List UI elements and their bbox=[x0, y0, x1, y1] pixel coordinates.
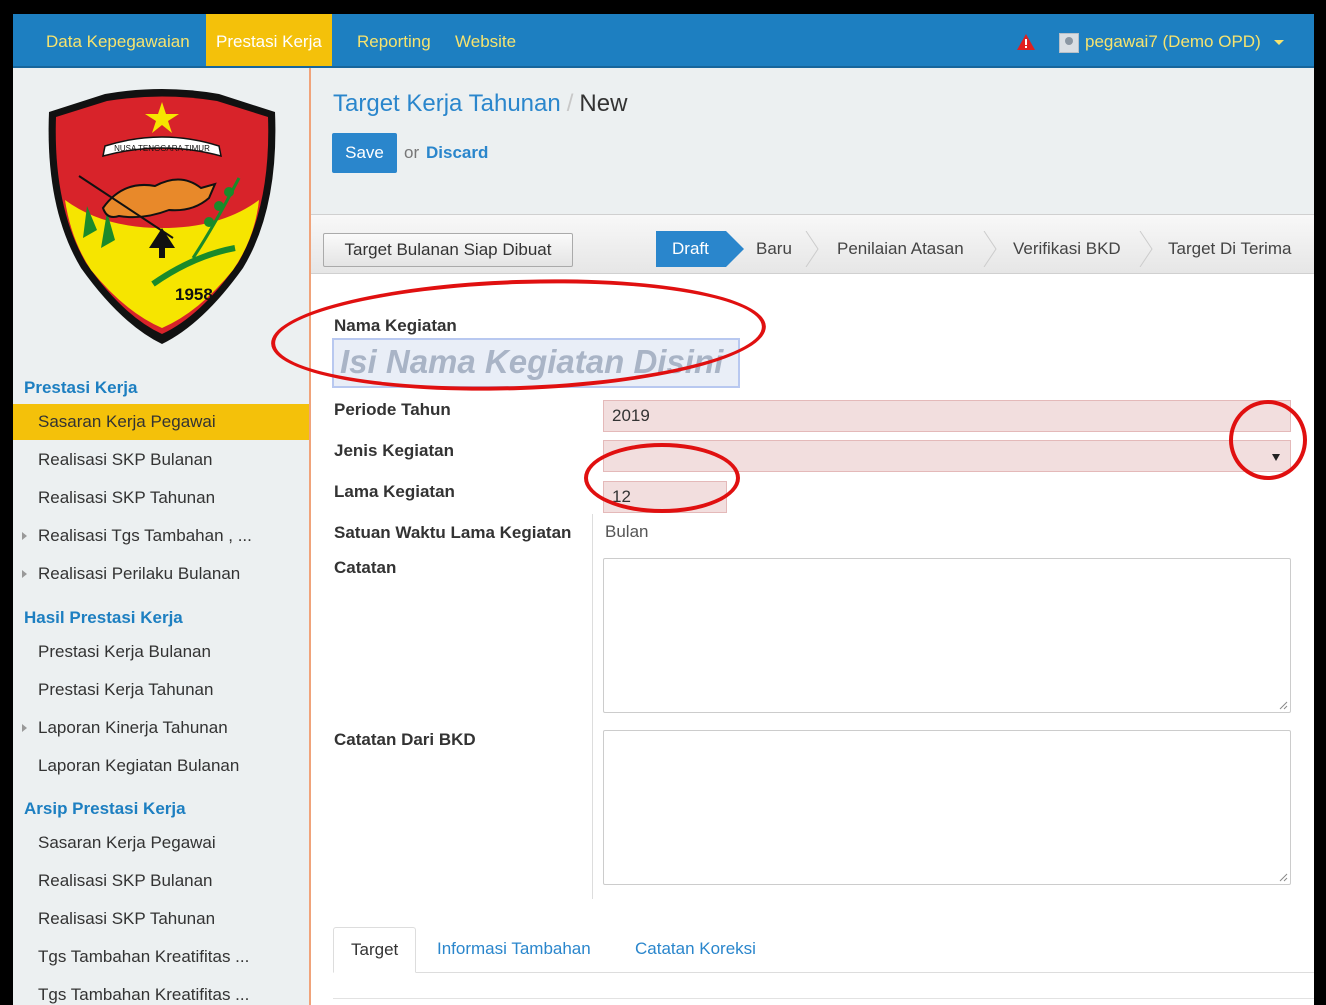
sidebar-item-realisasi-perilaku-bulanan[interactable]: Realisasi Perilaku Bulanan bbox=[13, 556, 309, 592]
catatan-textarea[interactable] bbox=[603, 558, 1291, 713]
lama-kegiatan-label: Lama Kegiatan bbox=[334, 482, 455, 501]
sidebar-item-label: Tgs Tambahan Kreatifitas ... bbox=[38, 947, 250, 966]
sidebar-item-realisasi-skp-bulanan[interactable]: Realisasi SKP Bulanan bbox=[13, 442, 309, 478]
notebook-tabs: Target Informasi Tambahan Catatan Koreks… bbox=[333, 927, 1314, 973]
sidebar-item-arsip-realisasi-skp-bulanan[interactable]: Realisasi SKP Bulanan bbox=[13, 863, 309, 899]
sidebar-item-label: Prestasi Kerja Tahunan bbox=[38, 680, 214, 699]
nav-prestasi-kerja[interactable]: Prestasi Kerja bbox=[206, 14, 332, 66]
field-divider bbox=[592, 514, 593, 899]
save-button[interactable]: Save bbox=[332, 133, 397, 173]
alert-icon[interactable] bbox=[1017, 34, 1035, 50]
resize-handle-icon[interactable] bbox=[1278, 700, 1288, 710]
breadcrumb-separator: / bbox=[566, 90, 574, 117]
sidebar-item-label: Realisasi SKP Bulanan bbox=[38, 871, 213, 890]
sidebar-item-arsip-realisasi-skp-tahunan[interactable]: Realisasi SKP Tahunan bbox=[13, 901, 309, 937]
tab-catatan-koreksi[interactable]: Catatan Koreksi bbox=[618, 927, 773, 973]
sidebar-item-label: Laporan Kegiatan Bulanan bbox=[38, 756, 240, 775]
or-text: or bbox=[404, 143, 420, 162]
resize-handle-icon[interactable] bbox=[1278, 872, 1288, 882]
sidebar: NUSA TENGGARA TIMUR 1958 Prestasi Kerja … bbox=[13, 68, 311, 1005]
periode-tahun-label: Periode Tahun bbox=[334, 400, 451, 419]
breadcrumb-current: New bbox=[579, 90, 628, 117]
sidebar-item-sasaran-kerja-pegawai[interactable]: Sasaran Kerja Pegawai bbox=[13, 404, 309, 440]
sidebar-item-label: Prestasi Kerja Bulanan bbox=[38, 642, 211, 661]
chevron-right-icon bbox=[983, 231, 997, 267]
sidebar-item-label: Sasaran Kerja Pegawai bbox=[38, 833, 216, 852]
sidebar-item-prestasi-kerja-bulanan[interactable]: Prestasi Kerja Bulanan bbox=[13, 634, 309, 670]
sidebar-item-laporan-kegiatan-bulanan[interactable]: Laporan Kegiatan Bulanan bbox=[13, 748, 309, 784]
caret-right-icon[interactable] bbox=[22, 570, 27, 578]
chevron-right-icon bbox=[1139, 231, 1153, 267]
periode-tahun-input[interactable]: 2019 bbox=[603, 400, 1291, 432]
sidebar-item-label: Realisasi Tgs Tambahan , ... bbox=[38, 526, 252, 545]
sidebar-item-label: Realisasi SKP Tahunan bbox=[38, 909, 216, 928]
sidebar-item-prestasi-kerja-tahunan[interactable]: Prestasi Kerja Tahunan bbox=[13, 672, 309, 708]
sidebar-item-arsip-tgs-tambahan-1[interactable]: Tgs Tambahan Kreatifitas ... bbox=[13, 939, 309, 975]
sidebar-section-prestasi-kerja: Prestasi Kerja bbox=[24, 378, 138, 397]
logo-ntt: NUSA TENGGARA TIMUR 1958 bbox=[48, 89, 276, 344]
tab-informasi-tambahan[interactable]: Informasi Tambahan bbox=[420, 927, 608, 973]
sidebar-item-laporan-kinerja-tahunan[interactable]: Laporan Kinerja Tahunan bbox=[13, 710, 309, 746]
sidebar-section-arsip-prestasi-kerja: Arsip Prestasi Kerja bbox=[24, 799, 186, 818]
sidebar-item-realisasi-skp-tahunan[interactable]: Realisasi SKP Tahunan bbox=[13, 480, 309, 516]
stage-penilaian-atasan[interactable]: Penilaian Atasan bbox=[837, 231, 964, 267]
sidebar-section-hasil-prestasi-kerja: Hasil Prestasi Kerja bbox=[24, 608, 183, 627]
stage-draft[interactable]: Draft bbox=[656, 231, 744, 267]
sidebar-item-realisasi-tgs-tambahan[interactable]: Realisasi Tgs Tambahan , ... bbox=[13, 518, 309, 554]
breadcrumb-parent-link[interactable]: Target Kerja Tahunan bbox=[333, 90, 561, 117]
status-bar: Target Bulanan Siap Dibuat Draft Baru Pe… bbox=[311, 214, 1314, 274]
jenis-kegiatan-select[interactable] bbox=[603, 440, 1291, 472]
sidebar-item-label: Realisasi SKP Bulanan bbox=[38, 450, 213, 469]
lama-kegiatan-input[interactable]: 12 bbox=[603, 481, 727, 513]
top-navbar: Data Kepegawaian Prestasi Kerja Reportin… bbox=[13, 14, 1314, 68]
breadcrumb: Target Kerja Tahunan / New bbox=[333, 90, 627, 118]
sidebar-item-label: Realisasi SKP Tahunan bbox=[38, 488, 216, 507]
caret-right-icon[interactable] bbox=[22, 724, 27, 732]
catatan-bkd-label: Catatan Dari BKD bbox=[334, 730, 476, 749]
satuan-waktu-value: Bulan bbox=[605, 522, 649, 541]
discard-link[interactable]: Discard bbox=[426, 143, 488, 163]
app-window: Data Kepegawaian Prestasi Kerja Reportin… bbox=[13, 14, 1314, 1005]
sidebar-item-label: Laporan Kinerja Tahunan bbox=[38, 718, 228, 737]
sidebar-item-arsip-sasaran-kerja-pegawai[interactable]: Sasaran Kerja Pegawai bbox=[13, 825, 309, 861]
sidebar-item-arsip-tgs-tambahan-2[interactable]: Tgs Tambahan Kreatifitas ... bbox=[13, 977, 309, 1005]
nav-website[interactable]: Website bbox=[445, 14, 526, 66]
logo-year-text: 1958 bbox=[175, 285, 213, 304]
stage-verifikasi-bkd[interactable]: Verifikasi BKD bbox=[1013, 231, 1121, 267]
nama-kegiatan-input[interactable]: Isi Nama Kegiatan Disini bbox=[332, 338, 740, 388]
nav-reporting[interactable]: Reporting bbox=[347, 14, 441, 66]
chevron-down-icon[interactable] bbox=[1274, 40, 1284, 45]
satuan-waktu-label: Satuan Waktu Lama Kegiatan bbox=[334, 523, 572, 542]
caret-right-icon[interactable] bbox=[22, 532, 27, 540]
sidebar-item-label: Sasaran Kerja Pegawai bbox=[38, 412, 216, 431]
catatan-label: Catatan bbox=[334, 558, 397, 577]
nama-kegiatan-label: Nama Kegiatan bbox=[334, 316, 457, 335]
user-menu[interactable]: pegawai7 (Demo OPD) bbox=[1085, 14, 1261, 70]
tab-target[interactable]: Target bbox=[333, 927, 417, 973]
jenis-kegiatan-label: Jenis Kegiatan bbox=[334, 441, 454, 460]
nav-data-kepegawaian[interactable]: Data Kepegawaian bbox=[36, 14, 200, 66]
sidebar-item-label: Realisasi Perilaku Bulanan bbox=[38, 564, 241, 583]
stage-target-di-terima[interactable]: Target Di Terima bbox=[1168, 231, 1291, 267]
target-bulanan-siap-dibuat-button[interactable]: Target Bulanan Siap Dibuat bbox=[323, 233, 573, 267]
stage-baru[interactable]: Baru bbox=[756, 231, 792, 267]
form-header: Target Kerja Tahunan / New Save or Discard bbox=[311, 68, 1314, 214]
chevron-right-icon bbox=[805, 231, 819, 267]
logo-banner-text: NUSA TENGGARA TIMUR bbox=[114, 144, 210, 153]
main-content: Target Kerja Tahunan / New Save or Discard… bbox=[311, 68, 1314, 1005]
tab-content-divider bbox=[333, 998, 1314, 999]
user-avatar[interactable] bbox=[1059, 33, 1079, 53]
catatan-bkd-textarea[interactable] bbox=[603, 730, 1291, 885]
sidebar-item-label: Tgs Tambahan Kreatifitas ... bbox=[38, 985, 250, 1004]
dropdown-arrow-icon[interactable] bbox=[1272, 454, 1280, 461]
